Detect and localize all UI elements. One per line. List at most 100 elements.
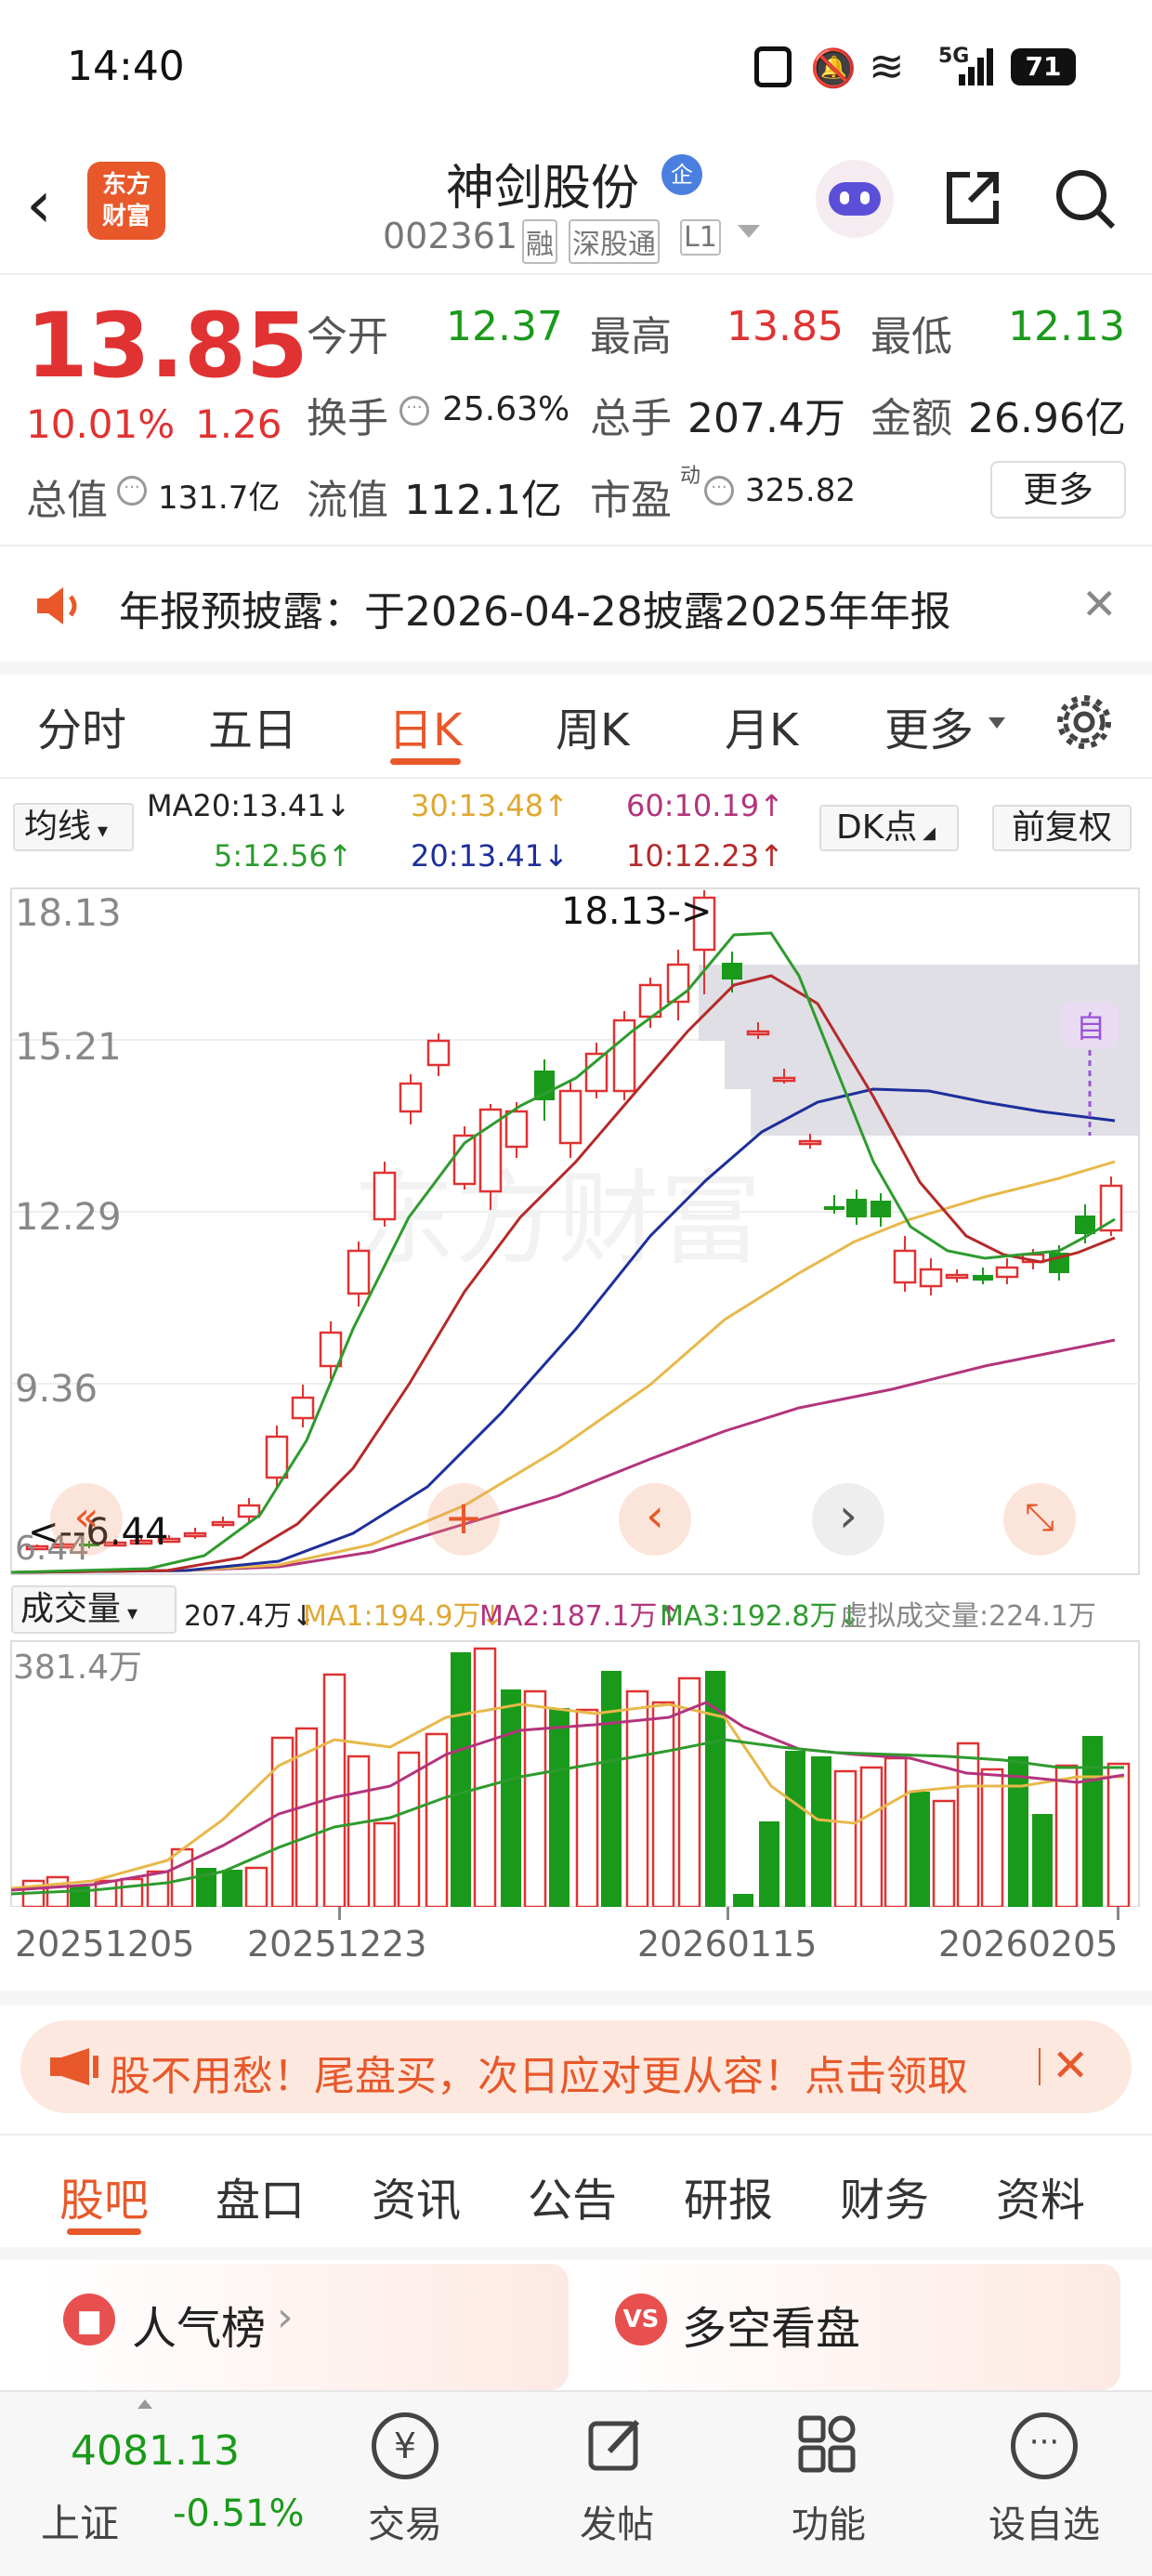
tab-intraday[interactable]: 分时 (37, 693, 126, 758)
volume-max-label: 381.4万 (13, 1649, 142, 1687)
tab-weekly-k[interactable]: 周K (556, 693, 629, 758)
robot-avatar-icon[interactable] (816, 160, 894, 238)
close-icon[interactable]: ✕ (1052, 2043, 1089, 2089)
app-logo[interactable]: 东方 财富 (87, 162, 165, 240)
nav-label: 功能 (792, 2504, 866, 2546)
double-left-button[interactable]: « (50, 1483, 123, 1556)
caret-down-icon (988, 717, 1005, 729)
tab-research[interactable]: 研报 (684, 2163, 773, 2228)
candle (746, 1030, 770, 1036)
fullscreen-button[interactable]: ⤡ (1003, 1483, 1076, 1556)
volume-bar (347, 1755, 371, 1909)
y-tick-label: 18.13 (15, 892, 122, 935)
tab-daily-k[interactable]: 日K (388, 693, 462, 758)
value-total-cap: 131.7亿 (158, 480, 281, 517)
label-amount: 金额 (871, 395, 952, 442)
tab-guba[interactable]: 股吧 (59, 2163, 149, 2228)
tab-pankou[interactable]: 盘口 (216, 2163, 305, 2228)
info-icon[interactable]: ··· (399, 396, 429, 426)
candle (183, 1531, 207, 1538)
volume-bar (1032, 1814, 1053, 1907)
date-tick-3 (1117, 1907, 1119, 1920)
info-icon[interactable]: ··· (704, 476, 734, 506)
tab-monthly-k[interactable]: 月K (725, 693, 798, 758)
ma5-readout: 5:12.56↑ (214, 838, 353, 874)
long-short-card[interactable]: VS 多空看盘 (591, 2264, 1120, 2390)
ma20b-readout: 20:13.41↓ (411, 838, 569, 874)
ma60-readout: 60:10.19↑ (626, 788, 784, 823)
tab-news[interactable]: 资讯 (372, 2163, 461, 2228)
value-high: 13.85 (727, 303, 844, 350)
crosshair-button[interactable]: + (427, 1483, 500, 1556)
candle (722, 963, 742, 979)
dk-button[interactable]: DK点 ◢ (819, 805, 959, 851)
kline-chart[interactable]: 东方财富 18.13 15.21 12.29 9.36 6.44 18.13->… (0, 883, 1152, 1580)
volume-bar (759, 1821, 779, 1907)
label-float-cap: 流值 (307, 477, 388, 524)
candle (893, 1249, 917, 1284)
label-pe: 市盈 (590, 477, 672, 524)
next-button[interactable]: › (812, 1483, 884, 1556)
promo-banner[interactable]: 股不用愁！尾盘买，次日应对更从容！点击领取 ✕ (20, 2020, 1132, 2113)
megaphone-icon (46, 2046, 102, 2087)
nav-post[interactable]: 发帖 (524, 2392, 710, 2576)
notice-bar[interactable]: 年报预披露：于2026-04-28披露2025年年报 ✕ (0, 548, 1152, 660)
card-title: 人气榜 (132, 2303, 267, 2355)
volume-header: 成交量 ▾ 207.4万↓ MA1:194.9万↓ MA2:187.1万↑ MA… (0, 1580, 1152, 1637)
label-low: 最低 (871, 313, 952, 361)
tab-profile[interactable]: 资料 (996, 2163, 1085, 2228)
volume-bar (910, 1792, 930, 1907)
stock-code: 002361 (383, 216, 518, 256)
tab-announcement[interactable]: 公告 (528, 2163, 617, 2228)
value-amount: 26.96亿 (968, 395, 1126, 442)
highlight-zone (699, 965, 1139, 1136)
volume-bar (601, 1671, 622, 1907)
tab-finance[interactable]: 财务 (840, 2163, 929, 2228)
corner-caret-icon: ◢ (917, 823, 936, 843)
volume-bar (980, 1768, 1004, 1909)
search-icon[interactable] (1052, 165, 1119, 232)
date-label: 20260115 (637, 1924, 818, 1965)
watermark: 东方财富 (353, 1160, 762, 1279)
settings-icon[interactable] (1054, 691, 1115, 753)
nav-trade[interactable]: ¥ 交易 (312, 2392, 498, 2576)
candle (504, 1110, 529, 1149)
volume-bar (222, 1870, 242, 1907)
index-widget[interactable]: 4081.13 上证 -0.51% (0, 2392, 316, 2576)
more-button[interactable]: 更多 (990, 461, 1126, 519)
info-icon[interactable]: ··· (117, 476, 147, 506)
volume-bar (322, 1673, 347, 1909)
volume-bar (1008, 1756, 1028, 1907)
tab-five-day[interactable]: 五日 (208, 693, 297, 758)
dropdown-arrow-icon[interactable] (738, 225, 760, 238)
value-volume: 207.4万 (687, 395, 845, 442)
tab-more[interactable]: 更多 (884, 693, 974, 758)
ma-selector[interactable]: 均线 ▾ (13, 803, 134, 851)
candle (211, 1520, 235, 1527)
candle (973, 1275, 993, 1281)
label-total-cap: 总值 (26, 477, 108, 524)
label-pe-sup: 动 (680, 465, 701, 488)
volume-bar (785, 1751, 805, 1907)
share-icon[interactable] (942, 167, 1003, 229)
volume-bar (575, 1708, 599, 1909)
header: ‹ 东方 财富 神剑股份 企 002361 融 深股通 L1 (0, 139, 1152, 269)
volume-bar (733, 1894, 753, 1907)
close-icon[interactable]: ✕ (1081, 583, 1118, 625)
date-tick-1 (338, 1907, 341, 1920)
nav-add-watchlist[interactable]: ··· 设自选 (951, 2392, 1137, 2576)
label-high: 最高 (590, 313, 672, 361)
popularity-card[interactable]: ▆ 人气榜 › (39, 2264, 569, 2390)
y-tick-label: 15.21 (15, 1026, 122, 1069)
volume-chart[interactable]: 381.4万 (0, 1637, 1152, 1909)
back-button[interactable]: ‹ (26, 172, 52, 237)
ma30-readout: 30:13.48↑ (411, 788, 569, 823)
card-title: 多空看盘 (682, 2303, 861, 2355)
nav-function[interactable]: 功能 (736, 2392, 922, 2576)
volume-selector[interactable]: 成交量 ▾ (11, 1585, 177, 1634)
caret-down-icon: ▾ (121, 1602, 138, 1625)
nav-label: 设自选 (988, 2504, 1100, 2546)
adjust-button[interactable]: 前复权 (992, 805, 1132, 851)
chevron-right-icon: › (277, 2293, 294, 2341)
prev-button[interactable]: ‹ (619, 1483, 691, 1556)
